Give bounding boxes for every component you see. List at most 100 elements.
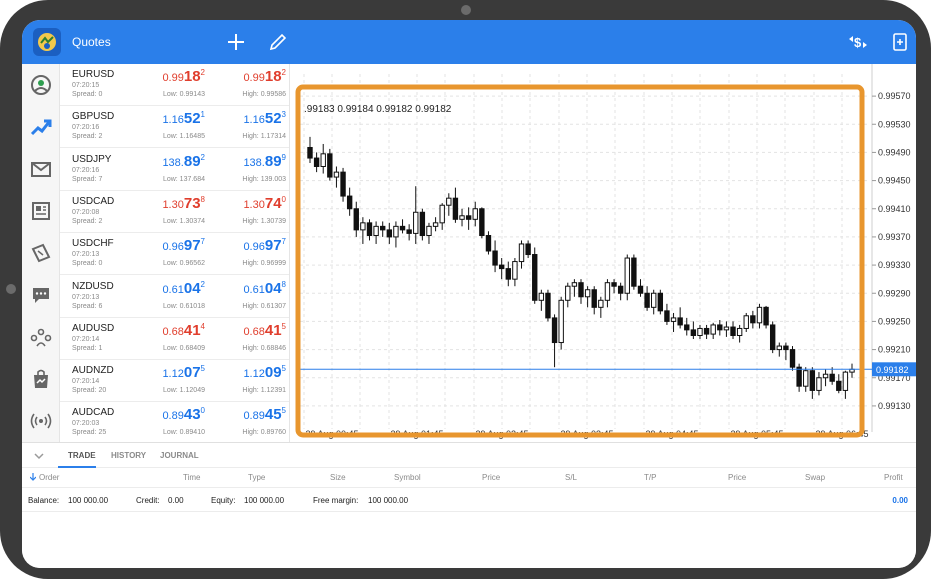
quote-high: High: 0.99586 bbox=[242, 91, 286, 98]
col-price[interactable]: Price bbox=[482, 473, 500, 482]
candle bbox=[750, 310, 756, 329]
candle bbox=[538, 289, 545, 311]
col-profit[interactable]: Profit bbox=[884, 473, 903, 482]
price-big-digits: 07 bbox=[183, 364, 201, 382]
price-prefix: 1.12 bbox=[243, 368, 265, 381]
candle bbox=[386, 222, 393, 244]
quote-low: Low: 0.96562 bbox=[162, 260, 205, 268]
chart-icon[interactable] bbox=[26, 112, 56, 142]
candle bbox=[545, 289, 551, 322]
price-prefix: 1.30 bbox=[162, 198, 184, 211]
quote-time: 07:20:08 bbox=[72, 208, 100, 216]
balance-value: 100 000.00 bbox=[68, 496, 109, 505]
col-symbol[interactable]: Symbol bbox=[394, 473, 421, 482]
col-type[interactable]: Type bbox=[248, 473, 265, 482]
candle bbox=[822, 369, 829, 387]
candle bbox=[578, 279, 584, 304]
price-big-digits: 09 bbox=[264, 364, 282, 382]
quote-time: 07:20:03 bbox=[72, 420, 100, 428]
quote-spread: Spread: 6 bbox=[72, 302, 103, 310]
candle bbox=[624, 254, 630, 301]
candle bbox=[551, 314, 558, 368]
candle bbox=[479, 207, 485, 239]
quotes-icon[interactable] bbox=[26, 70, 56, 100]
y-tick-label: 0.99490 bbox=[878, 147, 911, 157]
quote-row[interactable]: USDJPY 07:20:16 Spread: 7 138.892 138.899 Low… bbox=[60, 149, 289, 191]
ask-price: 1.12095 bbox=[216, 364, 286, 382]
quote-row[interactable]: NZDUSD 07:20:13 Spread: 6 0.61042 0.61048 Low… bbox=[60, 276, 289, 318]
quote-spread: Spread: 1 bbox=[72, 344, 103, 352]
candle bbox=[518, 240, 525, 269]
news-icon[interactable] bbox=[26, 196, 56, 226]
home-button[interactable] bbox=[6, 284, 16, 294]
y-tick-label: 0.99530 bbox=[878, 119, 911, 129]
quote-time: 07:20:13 bbox=[72, 293, 100, 301]
quote-row[interactable]: AUDCAD 07:20:03 Spread: 25 0.89430 0.89455 Lo… bbox=[60, 402, 289, 442]
positions-header: Order Time Type Size Symbol Price S/L T/… bbox=[22, 468, 916, 488]
candle bbox=[432, 217, 439, 232]
price-big-digits: 97 bbox=[264, 237, 282, 255]
tab-history[interactable]: HISTORY bbox=[111, 451, 146, 460]
metatrader-logo-icon[interactable] bbox=[33, 28, 61, 56]
mail-icon[interactable] bbox=[26, 154, 56, 184]
candle bbox=[723, 321, 730, 337]
quote-low: Low: 1.30374 bbox=[162, 217, 205, 225]
candle bbox=[591, 286, 597, 315]
quote-time: 07:20:16 bbox=[72, 166, 100, 174]
tab-journal[interactable]: JOURNAL bbox=[160, 451, 199, 460]
price-big-digits: 97 bbox=[183, 237, 201, 255]
tab-trade[interactable]: TRADE bbox=[68, 451, 96, 460]
candle bbox=[419, 208, 426, 241]
col-sl[interactable]: S/L bbox=[565, 473, 577, 482]
col-current-price[interactable]: Price bbox=[728, 473, 746, 482]
y-tick-label: 0.99410 bbox=[878, 204, 911, 214]
col-size[interactable]: Size bbox=[330, 473, 346, 482]
quote-row[interactable]: EURUSD 07:20:15 Spread: 0 0.99182 0.99182 Low… bbox=[60, 64, 289, 106]
total-profit: 0.00 bbox=[892, 496, 908, 505]
quote-row[interactable]: GBPUSD 07:20:16 Spread: 2 1.16521 1.16523 Low… bbox=[60, 106, 289, 149]
y-tick-label: 0.99570 bbox=[878, 91, 911, 101]
highlight-frame bbox=[295, 84, 865, 438]
sort-arrow-icon[interactable] bbox=[29, 473, 37, 483]
candle bbox=[829, 367, 835, 385]
col-swap[interactable]: Swap bbox=[805, 473, 825, 482]
market-icon[interactable] bbox=[26, 364, 56, 394]
price-big-digits: 74 bbox=[264, 194, 282, 212]
bid-price: 1.30738 bbox=[135, 195, 205, 213]
quote-spread: Spread: 25 bbox=[72, 429, 107, 437]
price-big-digits: 73 bbox=[183, 194, 201, 212]
candle bbox=[485, 231, 492, 255]
ask-price: 0.61048 bbox=[216, 280, 286, 298]
community-icon[interactable] bbox=[26, 322, 56, 352]
price-pip-digit: 8 bbox=[281, 279, 286, 289]
quote-spread: Spread: 0 bbox=[72, 91, 103, 98]
candle bbox=[849, 363, 855, 378]
new-order-icon[interactable] bbox=[888, 30, 912, 54]
col-order[interactable]: Order bbox=[39, 473, 59, 482]
candle bbox=[776, 342, 782, 357]
trade-icon[interactable] bbox=[26, 238, 56, 268]
quote-row[interactable]: AUDUSD 07:20:14 Spread: 1 0.68414 0.68415 Low… bbox=[60, 318, 289, 360]
price-prefix: 0.61 bbox=[162, 283, 184, 296]
chat-icon[interactable] bbox=[26, 280, 56, 310]
price-big-digits: 52 bbox=[264, 110, 282, 128]
quote-row[interactable]: USDCHF 07:20:13 Spread: 0 0.96977 0.96977 Low… bbox=[60, 233, 289, 276]
top-bar: Quotes $ bbox=[22, 20, 916, 64]
price-pip-digit: 2 bbox=[281, 68, 286, 77]
price-chart[interactable]: 0.99570 0.99530 0.99490 0.99450 0.99410 0.993… bbox=[290, 64, 916, 442]
tablet-frame: Quotes $ EURUSD 07:20:15 Spread: 0 0.991… bbox=[0, 0, 931, 579]
plus-icon[interactable] bbox=[224, 30, 248, 54]
candle bbox=[465, 207, 472, 230]
currency-switch-icon[interactable]: $ bbox=[846, 30, 870, 54]
chart-panel[interactable]: 0.99570 0.99530 0.99490 0.99450 0.99410 0.993… bbox=[290, 64, 916, 442]
col-time[interactable]: Time bbox=[183, 473, 200, 482]
quote-row[interactable]: USDCAD 07:20:08 Spread: 2 1.30738 1.30740 Low… bbox=[60, 191, 289, 233]
bid-price: 0.68414 bbox=[135, 322, 205, 340]
chevron-down-icon[interactable] bbox=[32, 449, 46, 463]
col-tp[interactable]: T/P bbox=[644, 473, 656, 482]
signal-icon[interactable] bbox=[26, 406, 56, 436]
pencil-icon[interactable] bbox=[266, 30, 290, 54]
candle bbox=[340, 167, 346, 202]
quote-row[interactable]: AUDNZD 07:20:14 Spread: 20 1.12075 1.12095 Lo… bbox=[60, 360, 289, 403]
quote-low: Low: 0.61018 bbox=[162, 302, 205, 310]
